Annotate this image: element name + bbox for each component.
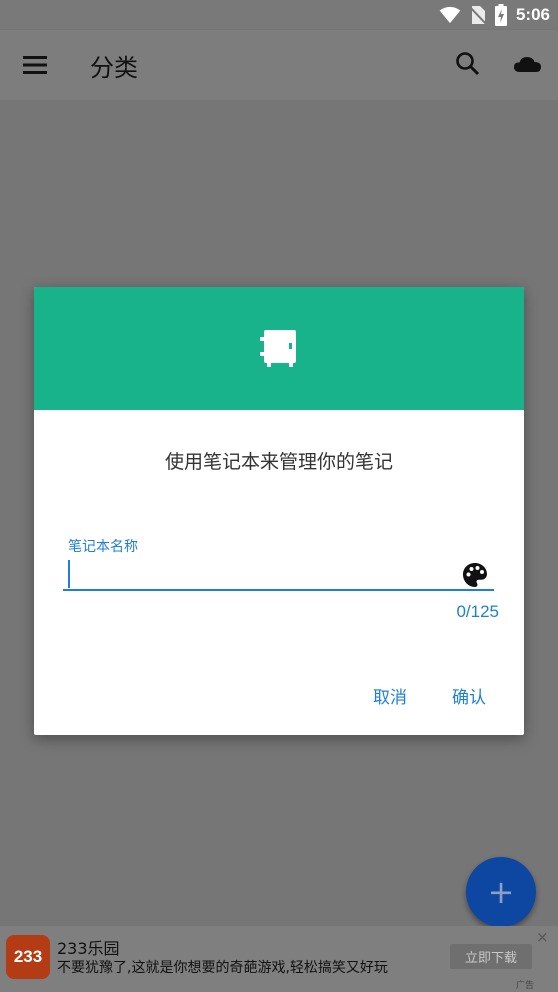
- cloud-sync-button[interactable]: [512, 50, 544, 80]
- confirm-button[interactable]: 确认: [452, 683, 486, 708]
- status-time: 5:06: [515, 5, 550, 24]
- battery-charging-icon: [494, 4, 507, 26]
- menu-button[interactable]: [18, 50, 52, 80]
- ad-mark: 广告: [516, 981, 535, 991]
- add-fab-button[interactable]: +: [466, 857, 536, 927]
- no-sim-icon: [469, 6, 486, 25]
- app-bar: 分类: [0, 30, 558, 100]
- new-notebook-dialog: 使用笔记本来管理你的笔记 笔记本名称 0/125 取消 确认: [34, 287, 524, 735]
- field-underline: [63, 589, 494, 591]
- status-bar: 5:06: [0, 0, 558, 30]
- color-palette-button[interactable]: [462, 562, 488, 588]
- ad-logo: 233: [6, 935, 50, 979]
- cancel-button[interactable]: 取消: [373, 683, 407, 708]
- page-title: 分类: [90, 54, 138, 82]
- ad-close-icon[interactable]: ×: [536, 928, 549, 946]
- plus-icon: +: [487, 873, 515, 911]
- menu-icon: [23, 56, 47, 74]
- character-counter: 0/125: [456, 602, 499, 621]
- notebook-name-field[interactable]: [63, 559, 494, 593]
- ad-description: 不要犹豫了,这就是你想要的奇葩游戏,轻松搞笑又好玩: [57, 960, 388, 976]
- dialog-message: 使用笔记本来管理你的笔记: [164, 451, 393, 473]
- search-button[interactable]: [452, 48, 484, 80]
- ad-title: 233乐园: [57, 939, 120, 958]
- notebook-icon: [260, 330, 296, 367]
- text-cursor: [68, 560, 70, 588]
- ad-download-button[interactable]: 立即下载: [450, 944, 532, 969]
- palette-icon: [463, 563, 487, 587]
- wifi-icon: [439, 6, 461, 24]
- ad-banner[interactable]: 233 233乐园 不要犹豫了,这就是你想要的奇葩游戏,轻松搞笑又好玩 立即下载…: [0, 926, 558, 992]
- search-icon: [456, 52, 480, 76]
- notebook-name-label: 笔记本名称: [68, 539, 138, 555]
- cloud-icon: [514, 57, 541, 72]
- dialog-header: [34, 287, 524, 410]
